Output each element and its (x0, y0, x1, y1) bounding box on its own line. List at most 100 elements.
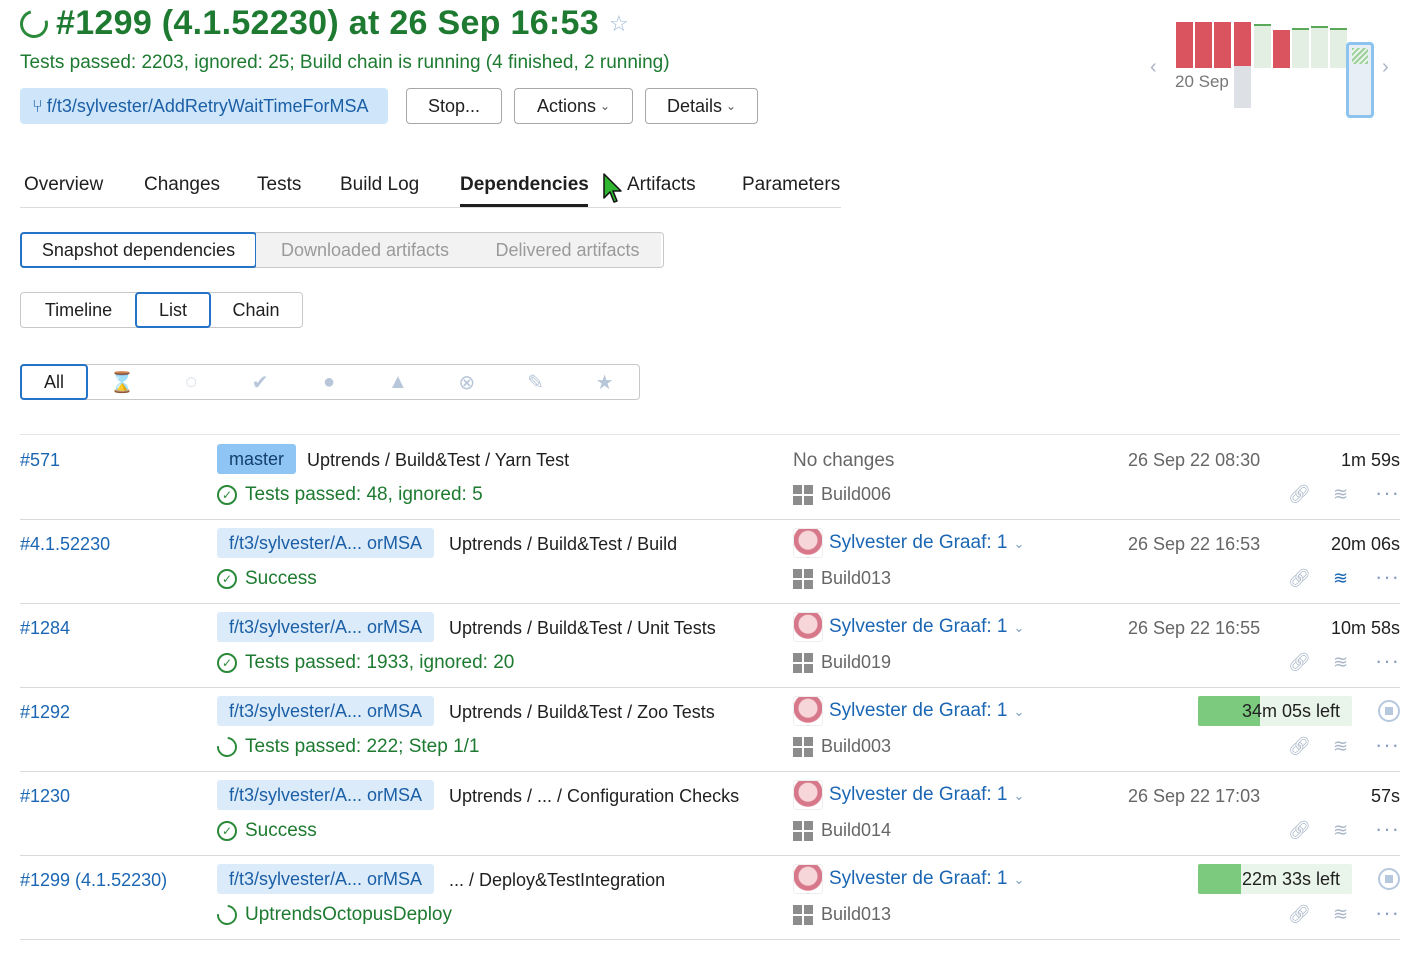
layers-icon[interactable]: ≋ (1333, 568, 1348, 589)
branch-chip[interactable]: ⑂ f/t3/sylvester/AddRetryWaitTimeForMSA (20, 88, 388, 124)
build-config-path[interactable]: ... / Deploy&TestIntegration (449, 870, 665, 891)
history-bar[interactable] (1234, 22, 1251, 68)
more-icon[interactable]: ··· (1375, 732, 1400, 758)
actions-button[interactable]: Actions ⌄ (514, 88, 633, 124)
snapshot-dependencies-option[interactable]: Snapshot dependencies (20, 232, 257, 268)
timeline-view-option[interactable]: Timeline (21, 293, 136, 327)
build-title-row: #1299 (4.1.52230) at 26 Sep 16:53 ☆ (14, 4, 629, 43)
build-status[interactable]: Tests passed: 222; Step 1/1 (212, 732, 480, 762)
agent[interactable]: Build003 (793, 736, 891, 757)
more-icon[interactable]: ··· (1375, 648, 1400, 674)
build-config-path[interactable]: Uptrends / Build&Test / Build (449, 534, 677, 555)
build-number-link[interactable]: #571 (20, 450, 60, 471)
history-bar[interactable] (1176, 22, 1193, 68)
build-config-path[interactable]: Uptrends / Build&Test / Yarn Test (307, 450, 569, 471)
build-status[interactable]: UptrendsOctopusDeploy (212, 900, 452, 930)
progress-fill (1198, 864, 1242, 894)
branch-badge[interactable]: f/t3/sylvester/A... orMSA (217, 864, 435, 894)
branch-badge[interactable]: f/t3/sylvester/A... orMSA (217, 780, 435, 810)
tab-changes[interactable]: Changes (144, 174, 220, 196)
history-bar[interactable] (1311, 26, 1328, 68)
tab-parameters[interactable]: Parameters (742, 174, 840, 196)
history-bar[interactable] (1254, 24, 1271, 68)
build-status[interactable]: ✓ Success (217, 820, 317, 842)
layers-off-icon[interactable]: ≋ (1333, 904, 1348, 925)
history-bar[interactable] (1330, 28, 1347, 68)
build-config-path[interactable]: Uptrends / ... / Configuration Checks (449, 786, 739, 807)
stop-button[interactable]: Stop... (406, 88, 502, 124)
link-icon[interactable]: 🔗︎ (1288, 568, 1311, 589)
build-status[interactable]: ✓ Success (217, 568, 317, 590)
link-icon[interactable]: 🔗︎ (1288, 736, 1311, 757)
chain-view-option[interactable]: Chain (210, 293, 302, 327)
change-author[interactable]: Sylvester de Graaf: 1 ⌄ (829, 616, 1024, 638)
branch-badge[interactable]: f/t3/sylvester/A... orMSA (217, 696, 435, 726)
agent[interactable]: Build013 (793, 904, 891, 925)
change-author[interactable]: Sylvester de Graaf: 1 ⌄ (829, 700, 1024, 722)
agent[interactable]: Build006 (793, 484, 891, 505)
change-author[interactable]: Sylvester de Graaf: 1 ⌄ (829, 784, 1024, 806)
stop-build-icon[interactable] (1378, 868, 1400, 890)
change-author[interactable]: Sylvester de Graaf: 1 ⌄ (829, 868, 1024, 890)
layers-off-icon[interactable]: ≋ (1333, 652, 1348, 673)
more-icon[interactable]: ··· (1375, 900, 1400, 926)
build-number-link[interactable]: #1284 (20, 618, 70, 639)
build-number-link[interactable]: #1299 (4.1.52230) (20, 870, 167, 891)
more-icon[interactable]: ··· (1375, 480, 1400, 506)
tab-artifacts[interactable]: Artifacts (627, 174, 696, 196)
tab-tests[interactable]: Tests (257, 174, 301, 196)
link-icon[interactable]: 🔗︎ (1288, 904, 1311, 925)
change-author[interactable]: Sylvester de Graaf: 1 ⌄ (829, 532, 1024, 554)
tab-build-log[interactable]: Build Log (340, 174, 419, 196)
tab-dependencies[interactable]: Dependencies (460, 174, 589, 196)
star-icon[interactable]: ★ (570, 370, 639, 395)
link-icon[interactable]: 🔗︎ (1288, 484, 1311, 505)
agent[interactable]: Build019 (793, 652, 891, 673)
tab-overview[interactable]: Overview (24, 174, 103, 196)
details-button[interactable]: Details ⌄ (645, 88, 758, 124)
more-icon[interactable]: ··· (1375, 816, 1400, 842)
list-view-option[interactable]: List (135, 292, 211, 328)
build-number-link[interactable]: #1292 (20, 702, 70, 723)
spinner-icon[interactable]: ◌ (157, 371, 226, 394)
branch-badge[interactable]: f/t3/sylvester/A... orMSA (217, 612, 435, 642)
history-bar[interactable] (1292, 28, 1309, 68)
filter-all[interactable]: All (20, 364, 88, 400)
x-circle-icon[interactable]: ⊗ (432, 370, 501, 395)
agent-name: Build006 (821, 484, 892, 504)
duration: 10m 58s (1330, 618, 1400, 638)
exclamation-circle-icon[interactable]: ● (295, 371, 364, 394)
hourglass-icon[interactable]: ⌛ (88, 370, 157, 395)
build-config-path[interactable]: Uptrends / Build&Test / Unit Tests (449, 618, 716, 639)
build-config-path[interactable]: Uptrends / Build&Test / Zoo Tests (449, 702, 715, 723)
build-status-text: Tests passed: 222; Step 1/1 (245, 736, 480, 757)
history-bar[interactable] (1214, 22, 1231, 68)
build-status[interactable]: ✓ Tests passed: 1933, ignored: 20 (217, 652, 514, 674)
delivered-artifacts-option[interactable]: Delivered artifacts (474, 233, 661, 267)
branch-badge[interactable]: master (217, 444, 297, 474)
history-bar[interactable] (1273, 30, 1290, 68)
chevron-right-icon[interactable]: › (1382, 56, 1389, 79)
build-number-link[interactable]: #4.1.52230 (20, 534, 110, 555)
layers-off-icon[interactable]: ≋ (1333, 484, 1348, 505)
build-number-link[interactable]: #1230 (20, 786, 70, 807)
build-status-text: UptrendsOctopusDeploy (245, 904, 452, 925)
build-status[interactable]: ✓ Tests passed: 48, ignored: 5 (217, 484, 483, 506)
link-icon[interactable]: 🔗︎ (1288, 820, 1311, 841)
chevron-left-icon[interactable]: ‹ (1150, 56, 1157, 79)
stop-build-icon[interactable] (1378, 700, 1400, 722)
downloaded-artifacts-option[interactable]: Downloaded artifacts (256, 233, 474, 267)
layers-off-icon[interactable]: ≋ (1333, 736, 1348, 757)
link-icon[interactable]: 🔗︎ (1288, 652, 1311, 673)
layers-off-icon[interactable]: ≋ (1333, 820, 1348, 841)
agent[interactable]: Build014 (793, 820, 891, 841)
current-build-bar[interactable] (1346, 42, 1374, 118)
warning-triangle-icon[interactable]: ▲ (363, 371, 432, 394)
agent[interactable]: Build013 (793, 568, 891, 589)
branch-badge[interactable]: f/t3/sylvester/A... orMSA (217, 528, 435, 558)
check-circle-icon[interactable]: ✔ (226, 370, 295, 395)
history-bar[interactable] (1195, 22, 1212, 68)
more-icon[interactable]: ··· (1375, 564, 1400, 590)
star-icon[interactable]: ☆ (609, 11, 629, 37)
pin-icon[interactable]: ✎ (501, 370, 570, 395)
